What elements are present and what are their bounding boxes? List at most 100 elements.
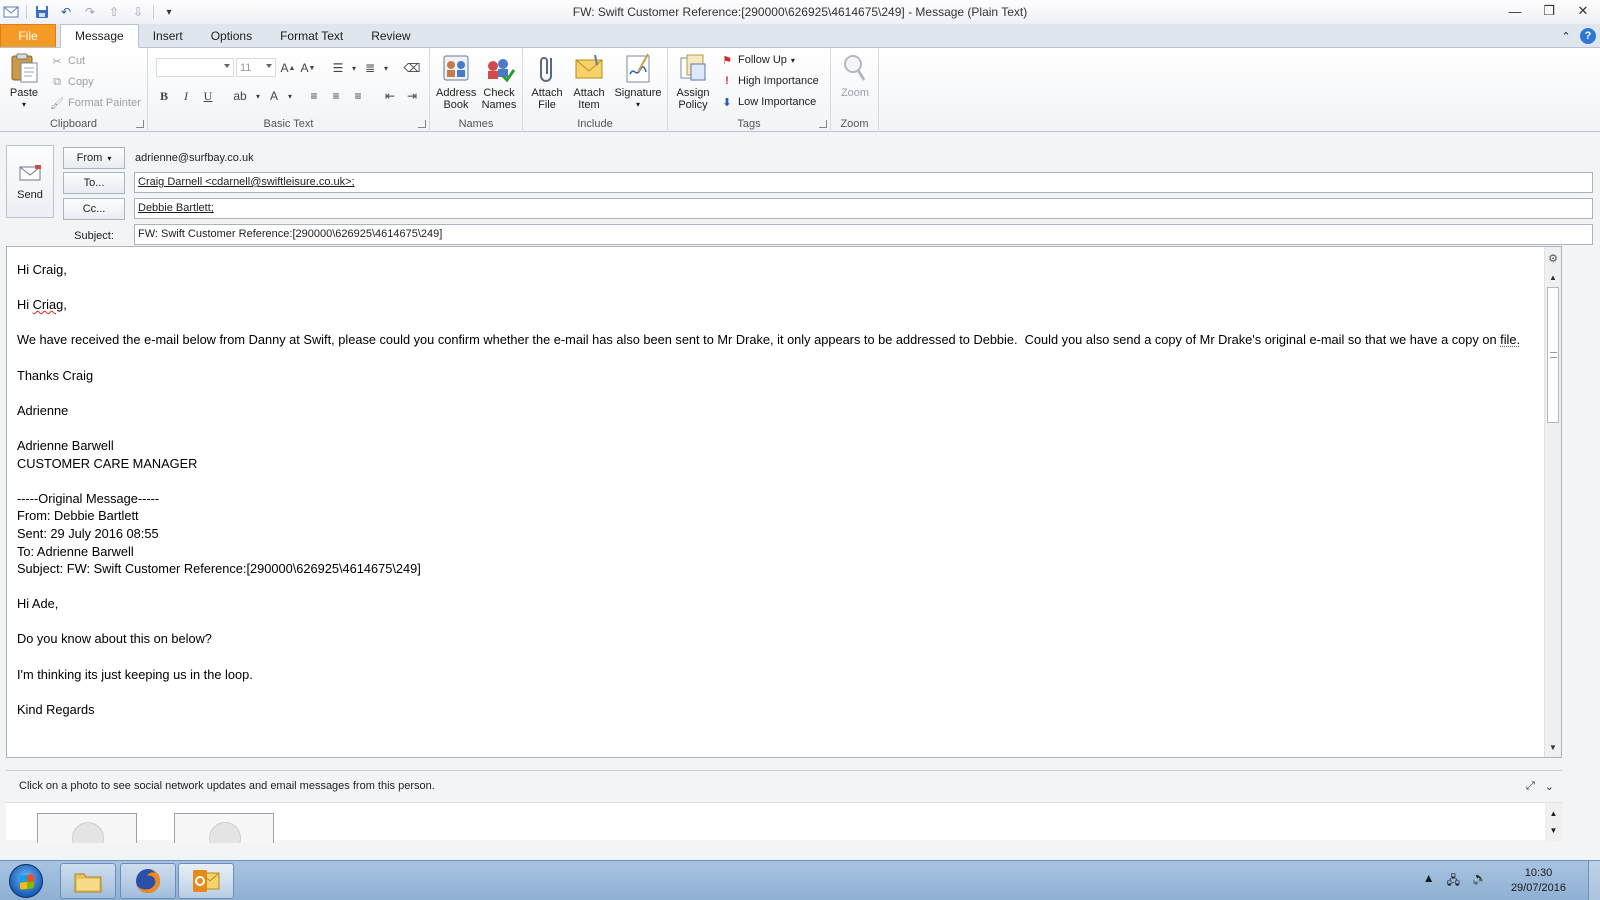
outlook-window-icon[interactable]	[2, 3, 20, 21]
restore-icon[interactable]: ❐	[1532, 0, 1566, 22]
start-button[interactable]	[2, 862, 50, 900]
subject-label: Subject:	[74, 230, 114, 242]
bold-icon[interactable]: B	[154, 86, 174, 106]
folder-icon	[74, 873, 102, 893]
save-icon[interactable]	[33, 3, 51, 21]
grow-font-icon[interactable]: A ▲	[278, 58, 298, 78]
body-line: We have received the e-mail below from D…	[17, 331, 1531, 349]
to-field[interactable]: Craig Darnell <cdarnell@swiftleisure.co.…	[134, 172, 1593, 193]
scroll-up-icon[interactable]: ▲	[1545, 806, 1562, 820]
volume-icon[interactable]: 🔊	[1472, 871, 1487, 892]
follow-up-dropdown-icon[interactable]: ▾	[791, 56, 795, 65]
include-group: Attach File Attach Item Signature ▾ Incl…	[523, 48, 668, 132]
attach-item-button[interactable]: Attach Item	[569, 52, 609, 111]
close-icon[interactable]: ✕	[1566, 0, 1600, 22]
cut-button[interactable]: ✂ Cut	[50, 51, 85, 71]
from-button[interactable]: From ▾	[63, 147, 125, 169]
help-icon[interactable]: ?	[1580, 28, 1596, 44]
format-painter-button[interactable]: 🖌 Format Painter	[50, 93, 141, 113]
tab-insert[interactable]: Insert	[139, 24, 197, 47]
network-icon[interactable]: 🖧	[1447, 871, 1460, 892]
paste-button[interactable]: Paste ▾	[6, 52, 42, 111]
redo-icon[interactable]: ↷	[81, 3, 99, 21]
customize-toolbar-icon[interactable]: ▾	[160, 3, 178, 21]
send-button[interactable]: Send	[6, 145, 54, 218]
align-center-icon[interactable]: ≡	[326, 86, 346, 106]
message-body[interactable]: Hi Craig, Hi Criag, We have received the…	[6, 246, 1562, 758]
collapse-icon[interactable]: ⌄	[1545, 780, 1554, 793]
attach-file-button[interactable]: Attach File	[527, 52, 567, 111]
basic-text-launcher-icon[interactable]	[418, 120, 426, 128]
include-group-label: Include	[577, 118, 613, 130]
original-sent: Sent: 29 July 2016 08:55	[17, 525, 159, 541]
scroll-thumb[interactable]	[1547, 287, 1559, 423]
increase-indent-icon[interactable]: ⇥	[402, 86, 422, 106]
align-right-icon[interactable]: ≡	[348, 86, 368, 106]
high-importance-button[interactable]: ! High Importance	[720, 71, 819, 91]
cc-recipient[interactable]: Debbie Bartlett;	[138, 202, 214, 214]
tab-file[interactable]: File	[0, 24, 56, 47]
address-book-button[interactable]: Address Book	[434, 52, 478, 111]
taskbar-outlook[interactable]	[178, 863, 234, 899]
people-pane-scrollbar[interactable]: ▲ ▼	[1545, 803, 1562, 841]
italic-icon[interactable]: I	[176, 86, 196, 106]
cc-field[interactable]: Debbie Bartlett;	[134, 198, 1593, 219]
body-scrollbar[interactable]: ⚙ ▲ ▼	[1544, 247, 1561, 757]
highlight-icon[interactable]: ab	[230, 86, 250, 106]
follow-up-button[interactable]: ⚑ Follow Up ▾	[720, 50, 795, 70]
ribbon-tabs-right: ⌃ ?	[1558, 28, 1596, 44]
ruler-toggle-icon[interactable]: ⚙	[1546, 251, 1560, 265]
tab-options[interactable]: Options	[197, 24, 266, 47]
tab-message[interactable]: Message	[60, 24, 139, 48]
low-importance-button[interactable]: ⬇ Low Importance	[720, 92, 816, 112]
person-photo[interactable]	[37, 813, 137, 843]
quick-access-toolbar: ↶ ↷ ⇧ ⇩ ▾	[0, 0, 178, 24]
to-recipient[interactable]: Craig Darnell <cdarnell@swiftleisure.co.…	[138, 176, 355, 188]
person-photo[interactable]	[174, 813, 274, 843]
to-button[interactable]: To...	[63, 172, 125, 194]
scroll-up-icon[interactable]: ▲	[1545, 269, 1561, 285]
clear-formatting-icon[interactable]: ⌫	[402, 58, 422, 78]
show-hidden-icons-icon[interactable]: ▲	[1423, 871, 1435, 892]
signature-dropdown-icon[interactable]: ▾	[636, 99, 640, 111]
scroll-down-icon[interactable]: ▼	[1545, 739, 1561, 755]
cc-button[interactable]: Cc...	[63, 198, 125, 220]
tab-format-text[interactable]: Format Text	[266, 24, 357, 47]
clock[interactable]: 10:30 29/07/2016	[1511, 866, 1566, 896]
signature-title: CUSTOMER CARE MANAGER	[17, 455, 198, 471]
taskbar: ▲ 🖧 🔊 10:30 29/07/2016	[0, 860, 1600, 900]
numbering-dropdown-icon[interactable]: ▾	[376, 58, 396, 78]
subject-field[interactable]: FW: Swift Customer Reference:[290000\626…	[134, 224, 1593, 245]
paste-dropdown-icon[interactable]: ▾	[22, 99, 26, 111]
check-names-button[interactable]: Check Names	[478, 52, 520, 111]
taskbar-firefox[interactable]	[120, 863, 176, 899]
tab-review[interactable]: Review	[357, 24, 424, 47]
align-left-icon[interactable]: ≡	[304, 86, 324, 106]
misspelled-word[interactable]: Criag	[33, 297, 64, 312]
font-name-combo[interactable]	[156, 58, 234, 77]
minimize-ribbon-icon[interactable]: ⌃	[1558, 28, 1574, 44]
message-text[interactable]: Hi Craig, Hi Criag, We have received the…	[17, 261, 1531, 718]
tags-launcher-icon[interactable]	[819, 120, 827, 128]
shrink-font-icon[interactable]: A ▼	[298, 58, 318, 78]
underline-icon[interactable]: U	[198, 86, 218, 106]
taskbar-explorer[interactable]	[60, 863, 116, 899]
undo-icon[interactable]: ↶	[57, 3, 75, 21]
signature-button[interactable]: Signature ▾	[611, 52, 665, 111]
minimize-icon[interactable]: —	[1498, 0, 1532, 22]
up-arrow-icon[interactable]: ⇧	[105, 3, 123, 21]
down-arrow-icon[interactable]: ⇩	[129, 3, 147, 21]
font-size-combo[interactable]: 11	[236, 58, 276, 77]
zoom-button[interactable]: Zoom	[837, 52, 873, 99]
expand-icon[interactable]: ⤢	[1526, 780, 1535, 793]
scroll-down-icon[interactable]: ▼	[1545, 823, 1562, 837]
grammar-flagged-word[interactable]: file.	[1500, 332, 1520, 347]
ribbon-tabs: File Message Insert Options Format Text …	[0, 24, 1600, 48]
clipboard-launcher-icon[interactable]	[136, 120, 144, 128]
decrease-indent-icon[interactable]: ⇤	[380, 86, 400, 106]
assign-policy-label: Assign Policy	[676, 87, 710, 111]
copy-button[interactable]: ⧉ Copy	[50, 72, 94, 92]
assign-policy-button[interactable]: Assign Policy	[672, 52, 714, 111]
show-desktop-button[interactable]	[1588, 861, 1600, 900]
font-color-dropdown-icon[interactable]: ▾	[280, 86, 300, 106]
